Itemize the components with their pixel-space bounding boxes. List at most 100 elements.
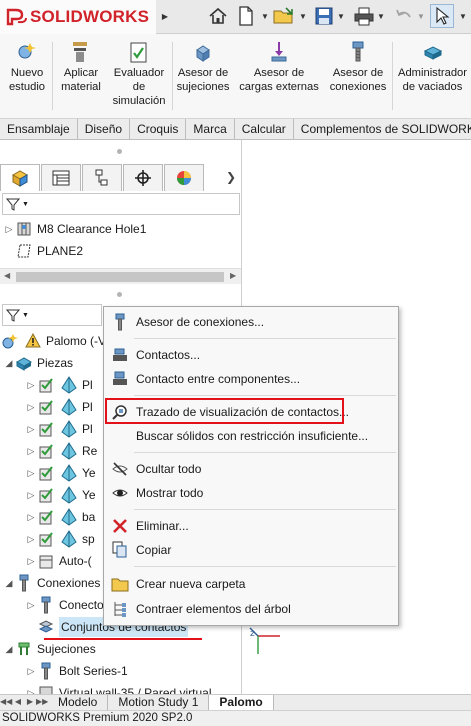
connections-folder[interactable]: ◢ Conexiones bbox=[4, 572, 100, 594]
select-pointer-icon[interactable] bbox=[430, 4, 454, 28]
expand-arrow[interactable]: ▷ bbox=[26, 424, 36, 435]
menu-item-show-all[interactable]: Mostrar todo bbox=[106, 482, 396, 504]
auto-label: Auto-( bbox=[59, 554, 92, 568]
property-manager-tab[interactable] bbox=[41, 164, 81, 191]
expand-arrow[interactable]: ▷ bbox=[26, 380, 36, 391]
expand-arrow[interactable]: ▷ bbox=[26, 600, 36, 611]
tab-complementos[interactable]: Complementos de SOLIDWORKS bbox=[294, 119, 471, 140]
simulation-tree-filter[interactable]: ▼ bbox=[2, 304, 102, 326]
piece-item[interactable]: ▷ Pl bbox=[26, 396, 93, 418]
piece-item[interactable]: ▷ ba bbox=[26, 506, 95, 528]
undo-icon[interactable] bbox=[392, 4, 416, 28]
expand-arrow[interactable]: ▷ bbox=[26, 446, 36, 457]
new-document-icon[interactable] bbox=[234, 4, 258, 28]
expand-arrow[interactable]: ▷ bbox=[26, 556, 36, 567]
home-icon[interactable] bbox=[206, 4, 230, 28]
connections-advisor-button[interactable]: Asesor de conexiones bbox=[326, 38, 390, 94]
open-folder-icon[interactable] bbox=[272, 4, 296, 28]
tab-marca[interactable]: Marca bbox=[186, 119, 235, 140]
new-study-button[interactable]: Nuevo estudio bbox=[4, 38, 50, 94]
menu-expand-arrow[interactable]: ▶ bbox=[160, 5, 170, 27]
expand-arrow[interactable]: ▷ bbox=[26, 666, 36, 677]
hide-all-icon bbox=[109, 459, 131, 479]
print-dropdown-arrow[interactable]: ▼ bbox=[376, 5, 386, 27]
print-icon[interactable] bbox=[352, 4, 376, 28]
next-tab-arrow[interactable]: ▶ bbox=[24, 695, 36, 710]
tab-diseno[interactable]: Diseño bbox=[78, 119, 131, 140]
new-dropdown-arrow[interactable]: ▼ bbox=[260, 5, 270, 27]
virtual-wall-item[interactable]: ▷ Virtual wall-35 / Pared virtual bbox=[26, 682, 212, 694]
tab-calcular[interactable]: Calcular bbox=[235, 119, 294, 140]
feature-tree-item[interactable]: PLANE2 bbox=[4, 240, 83, 262]
tab-palomo[interactable]: Palomo bbox=[209, 695, 274, 710]
piece-item[interactable]: ▷ Ye bbox=[26, 462, 96, 484]
menu-item-new-folder[interactable]: Crear nueva carpeta bbox=[106, 573, 396, 595]
piece-item[interactable]: ▷ sp bbox=[26, 528, 95, 550]
simulation-evaluator-button[interactable]: Evaluador de simulación bbox=[108, 38, 170, 108]
ribbon-separator bbox=[52, 42, 53, 110]
last-tab-arrow[interactable]: ▶▶ bbox=[36, 695, 48, 710]
save-icon[interactable] bbox=[312, 4, 336, 28]
menu-item-contacts[interactable]: Contactos... bbox=[106, 344, 396, 366]
collapse-arrow[interactable]: ◢ bbox=[4, 358, 14, 369]
feature-tree-filter[interactable]: ▼ bbox=[2, 193, 240, 215]
menu-item-copy[interactable]: Copiar bbox=[106, 539, 396, 561]
menu-item-hide-all[interactable]: Ocultar todo bbox=[106, 458, 396, 480]
piece-item[interactable]: ▷ Pl bbox=[26, 374, 93, 396]
undo-dropdown-arrow[interactable]: ▼ bbox=[416, 5, 426, 27]
save-dropdown-arrow[interactable]: ▼ bbox=[336, 5, 346, 27]
feature-manager-tab[interactable] bbox=[0, 164, 40, 191]
study-icon bbox=[0, 331, 20, 351]
external-loads-advisor-button[interactable]: Asesor de cargas externas bbox=[236, 38, 322, 94]
piece-item[interactable]: ▷ Ye bbox=[26, 484, 96, 506]
expand-arrow[interactable]: ▷ bbox=[26, 534, 36, 545]
collapse-arrow[interactable]: ◢ bbox=[4, 578, 14, 589]
shell-manager-button[interactable]: Administrador de vaciados bbox=[394, 38, 471, 94]
filter-dropdown-arrow[interactable]: ▼ bbox=[22, 312, 29, 319]
scroll-right-arrow[interactable]: ▶ bbox=[230, 271, 236, 280]
tabs-next-arrow[interactable]: ❯ bbox=[226, 170, 236, 184]
collapse-arrow[interactable]: ◢ bbox=[4, 644, 14, 655]
menu-item-collapse-tree[interactable]: Contraer elementos del árbol bbox=[106, 598, 396, 620]
first-tab-arrow[interactable]: ◀◀ bbox=[0, 695, 12, 710]
contact-set-icon bbox=[36, 617, 56, 637]
expand-arrow[interactable]: ▷ bbox=[26, 490, 36, 501]
apply-material-button[interactable]: Aplicar material bbox=[56, 38, 106, 94]
menu-item-delete[interactable]: Eliminar... bbox=[106, 515, 396, 537]
piece-item[interactable]: ▷ Re bbox=[26, 440, 97, 462]
tab-modelo[interactable]: Modelo bbox=[48, 695, 109, 710]
display-manager-tab[interactable] bbox=[164, 164, 204, 191]
piece-item[interactable]: ▷ Pl bbox=[26, 418, 93, 440]
scroll-left-arrow[interactable]: ◀ bbox=[4, 271, 10, 280]
dimxpert-manager-tab[interactable] bbox=[123, 164, 163, 191]
menu-item-component-contact[interactable]: Contacto entre componentes... bbox=[106, 368, 396, 390]
solid-check-icon bbox=[36, 485, 56, 505]
expand-arrow[interactable]: ▷ bbox=[26, 512, 36, 523]
menu-item-find-underconstrained[interactable]: Buscar sólidos con restricción insuficie… bbox=[106, 425, 396, 447]
open-dropdown-arrow[interactable]: ▼ bbox=[298, 5, 308, 27]
feature-tree-scrollbar[interactable]: ◀ ▶ bbox=[0, 268, 241, 284]
prev-tab-arrow[interactable]: ◀ bbox=[12, 695, 24, 710]
tab-croquis[interactable]: Croquis bbox=[130, 119, 187, 140]
tab-motion-study[interactable]: Motion Study 1 bbox=[108, 695, 210, 710]
expand-arrow[interactable]: ▷ bbox=[26, 468, 36, 479]
pieces-folder[interactable]: ◢ Piezas bbox=[4, 352, 73, 374]
fixtures-advisor-button[interactable]: Asesor de sujeciones bbox=[174, 38, 232, 94]
expand-arrow[interactable]: ▷ bbox=[4, 224, 14, 235]
solidworks-logo[interactable]: SOLIDWORKS bbox=[0, 0, 156, 34]
panel-splitter-grip[interactable] bbox=[117, 149, 122, 154]
scrollbar-thumb[interactable] bbox=[16, 272, 224, 282]
menu-item-connections-advisor[interactable]: Asesor de conexiones... bbox=[106, 311, 396, 333]
configuration-manager-icon bbox=[95, 169, 108, 186]
auto-item[interactable]: ▷ Auto-( bbox=[26, 550, 92, 572]
panel-splitter-grip[interactable] bbox=[117, 292, 122, 297]
select-dropdown-arrow[interactable]: ▼ bbox=[458, 5, 468, 27]
fixtures-folder[interactable]: ◢ Sujeciones bbox=[4, 638, 96, 660]
filter-dropdown-arrow[interactable]: ▼ bbox=[22, 201, 29, 208]
tab-ensamblaje[interactable]: Ensamblaje bbox=[0, 119, 78, 140]
filter-icon bbox=[6, 309, 20, 322]
expand-arrow[interactable]: ▷ bbox=[26, 402, 36, 413]
bolt-series-item[interactable]: ▷ Bolt Series-1 bbox=[26, 660, 128, 682]
configuration-manager-tab[interactable] bbox=[82, 164, 122, 191]
feature-tree-item[interactable]: ▷ M8 Clearance Hole1 bbox=[4, 218, 147, 240]
